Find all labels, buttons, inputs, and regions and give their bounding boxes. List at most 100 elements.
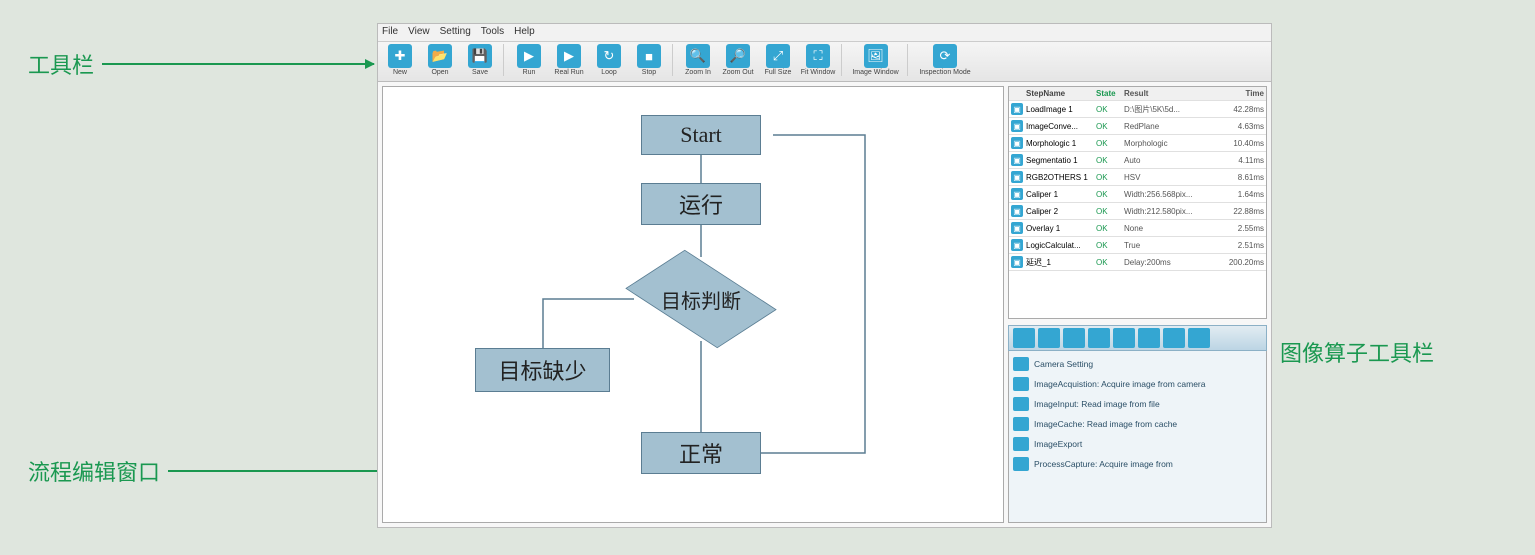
step-result: RedPlane	[1124, 122, 1226, 131]
fullsize-button[interactable]: ⤢Full Size	[759, 44, 797, 76]
flow-node-normal[interactable]: 正常	[641, 432, 761, 474]
image-operator-toolbar	[1008, 325, 1267, 351]
step-grid-row[interactable]: ▣RGB2OTHERS 1OKHSV8.61ms	[1009, 169, 1266, 186]
operator-list-item[interactable]: Camera Setting	[1011, 354, 1264, 374]
operator-tool-7[interactable]	[1163, 328, 1185, 348]
operator-label: ImageInput: Read image from file	[1034, 399, 1160, 409]
step-icon: ▣	[1011, 239, 1023, 251]
new-button[interactable]: ✚New	[381, 44, 419, 76]
operator-list-item[interactable]: ProcessCapture: Acquire image from	[1011, 454, 1264, 474]
fitwindow-button[interactable]: ⛶Fit Window	[799, 44, 837, 76]
step-grid[interactable]: StepName State Result Time ▣LoadImage 1O…	[1008, 86, 1267, 319]
flow-node-start[interactable]: Start	[641, 115, 761, 155]
loop-button[interactable]: ↻Loop	[590, 44, 628, 76]
zoomout-button[interactable]: 🔎Zoom Out	[719, 44, 757, 76]
step-state: OK	[1096, 139, 1124, 148]
step-state: OK	[1096, 241, 1124, 250]
inspectionmode-button[interactable]: ⟳Inspection Mode	[914, 44, 976, 76]
flow-editor-canvas[interactable]: Start 运行 目标判断 目标缺少 正常	[382, 86, 1004, 523]
menu-tools[interactable]: Tools	[481, 26, 504, 39]
step-grid-header: StepName State Result Time	[1009, 87, 1266, 101]
step-state: OK	[1096, 207, 1124, 216]
step-grid-row[interactable]: ▣Segmentatio 1OKAuto4.11ms	[1009, 152, 1266, 169]
step-name: Caliper 2	[1026, 207, 1096, 216]
flow-node-normal-label: 正常	[679, 437, 723, 469]
annotation-image-operator-toolbar-label: 图像算子工具栏	[1280, 336, 1434, 368]
stop-button[interactable]: ■Stop	[630, 44, 668, 76]
annotation-flow-editor-label: 流程编辑窗口	[28, 455, 160, 487]
operator-list-item[interactable]: ImageInput: Read image from file	[1011, 394, 1264, 414]
step-time: 1.64ms	[1226, 190, 1264, 199]
step-name: RGB2OTHERS 1	[1026, 173, 1096, 182]
step-icon: ▣	[1011, 154, 1023, 166]
step-result: Width:212.580pix...	[1124, 207, 1226, 216]
step-grid-row[interactable]: ▣ImageConve...OKRedPlane4.63ms	[1009, 118, 1266, 135]
step-name: ImageConve...	[1026, 122, 1096, 131]
step-grid-row[interactable]: ▣LoadImage 1OKD:\图片\5K\5d...42.28ms	[1009, 101, 1266, 118]
operator-tool-1[interactable]	[1013, 328, 1035, 348]
play-solid-icon: ▶	[557, 44, 581, 68]
flow-node-decision[interactable]: 目标判断	[636, 257, 766, 341]
menu-help[interactable]: Help	[514, 26, 535, 39]
operator-icon	[1013, 357, 1029, 371]
step-state: OK	[1096, 156, 1124, 165]
image-window-icon: 🖼	[864, 44, 888, 68]
menu-file[interactable]: File	[382, 26, 398, 39]
step-grid-row[interactable]: ▣Caliper 1OKWidth:256.568pix...1.64ms	[1009, 186, 1266, 203]
menu-view[interactable]: View	[408, 26, 430, 39]
operator-label: Camera Setting	[1034, 359, 1093, 369]
right-panel: StepName State Result Time ▣LoadImage 1O…	[1008, 86, 1267, 523]
step-state: OK	[1096, 105, 1124, 114]
step-grid-row[interactable]: ▣延迟_1OKDelay:200ms200.20ms	[1009, 254, 1266, 271]
fullsize-icon: ⤢	[766, 44, 790, 68]
step-result: HSV	[1124, 173, 1226, 182]
operator-label: ImageCache: Read image from cache	[1034, 419, 1177, 429]
save-button[interactable]: 💾Save	[461, 44, 499, 76]
step-icon: ▣	[1011, 222, 1023, 234]
step-grid-row[interactable]: ▣LogicCalculat...OKTrue2.51ms	[1009, 237, 1266, 254]
flow-node-run[interactable]: 运行	[641, 183, 761, 225]
open-button[interactable]: 📂Open	[421, 44, 459, 76]
step-grid-row[interactable]: ▣Morphologic 1OKMorphologic10.40ms	[1009, 135, 1266, 152]
step-name: LogicCalculat...	[1026, 241, 1096, 250]
operator-tool-8[interactable]	[1188, 328, 1210, 348]
operator-tool-2[interactable]	[1038, 328, 1060, 348]
operator-list[interactable]: Camera Setting ImageAcquistion: Acquire i…	[1008, 351, 1267, 523]
zoomin-button[interactable]: 🔍Zoom In	[679, 44, 717, 76]
step-state: OK	[1096, 173, 1124, 182]
operator-label: ProcessCapture: Acquire image from	[1034, 459, 1173, 469]
step-state: OK	[1096, 224, 1124, 233]
run-button[interactable]: ▶Run	[510, 44, 548, 76]
flow-node-start-label: Start	[680, 122, 722, 148]
operator-icon	[1013, 457, 1029, 471]
application-window: File View Setting Tools Help ✚New 📂Open …	[377, 23, 1272, 528]
operator-icon	[1013, 397, 1029, 411]
step-time: 42.28ms	[1226, 105, 1264, 114]
step-state: OK	[1096, 190, 1124, 199]
zoom-out-icon: 🔎	[726, 44, 750, 68]
operator-list-item[interactable]: ImageAcquistion: Acquire image from came…	[1011, 374, 1264, 394]
inspection-mode-icon: ⟳	[933, 44, 957, 68]
step-icon: ▣	[1011, 205, 1023, 217]
step-grid-row[interactable]: ▣Caliper 2OKWidth:212.580pix...22.88ms	[1009, 203, 1266, 220]
operator-tool-5[interactable]	[1113, 328, 1135, 348]
step-time: 4.11ms	[1226, 156, 1264, 165]
operator-tool-4[interactable]	[1088, 328, 1110, 348]
step-icon: ▣	[1011, 120, 1023, 132]
flow-node-decision-label: 目标判断	[636, 257, 766, 341]
operator-tool-6[interactable]	[1138, 328, 1160, 348]
imagewindow-button[interactable]: 🖼Image Window	[848, 44, 903, 76]
step-name: Segmentatio 1	[1026, 156, 1096, 165]
flow-node-run-label: 运行	[679, 188, 723, 220]
operator-list-item[interactable]: ImageCache: Read image from cache	[1011, 414, 1264, 434]
flow-node-missing[interactable]: 目标缺少	[475, 348, 610, 392]
operator-tool-3[interactable]	[1063, 328, 1085, 348]
step-grid-row[interactable]: ▣Overlay 1OKNone2.55ms	[1009, 220, 1266, 237]
realrun-button[interactable]: ▶Real Run	[550, 44, 588, 76]
menu-setting[interactable]: Setting	[440, 26, 471, 39]
step-icon: ▣	[1011, 188, 1023, 200]
step-result: Morphologic	[1124, 139, 1226, 148]
step-result: D:\图片\5K\5d...	[1124, 104, 1226, 115]
operator-icon	[1013, 437, 1029, 451]
operator-list-item[interactable]: ImageExport	[1011, 434, 1264, 454]
